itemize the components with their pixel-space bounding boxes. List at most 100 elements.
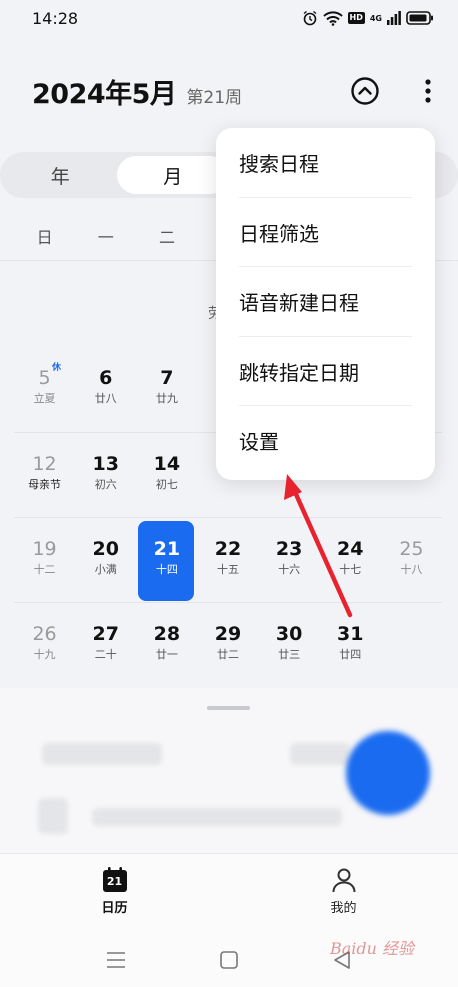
menu-item-filter-schedule[interactable]: 日程筛选 xyxy=(216,198,435,268)
calendar-week-row: 26 十九 27 二十 28 廿一 29 廿二 30 廿三 31 廿四 xyxy=(14,602,442,687)
status-bar: 14:28 HD 4G xyxy=(0,0,458,36)
calendar-day[interactable]: 23 十六 xyxy=(259,518,320,603)
add-schedule-fab[interactable] xyxy=(346,731,430,815)
day-number: 23 xyxy=(275,538,303,560)
calendar-day[interactable]: 14 初七 xyxy=(136,433,197,518)
menu-item-search-schedule[interactable]: 搜索日程 xyxy=(216,128,435,198)
chevron-up-circle-icon xyxy=(351,77,379,105)
calendar-day[interactable]: 26 十九 xyxy=(14,603,75,688)
tab-calendar-label: 日历 xyxy=(101,901,128,916)
lunar-date: 小满 xyxy=(94,563,117,576)
signal-icon xyxy=(387,11,401,25)
alarm-icon xyxy=(303,10,316,26)
calendar-day-selected[interactable]: 21 十四 xyxy=(136,518,197,603)
tab-mine-label: 我的 xyxy=(330,901,357,916)
page-title[interactable]: 2024年5月 xyxy=(32,72,177,111)
day-number: 29 xyxy=(214,623,242,645)
calendar-day[interactable]: 12 母亲节 xyxy=(14,433,75,518)
day-number: 7 xyxy=(160,367,174,389)
day-number: 26 xyxy=(32,623,57,645)
day-number: 22 xyxy=(214,538,242,560)
weekday-label: 日 xyxy=(36,228,53,247)
lunar-date: 廿九 xyxy=(155,392,178,405)
calendar-day[interactable]: 28 廿一 xyxy=(136,603,197,688)
day-number: 28 xyxy=(153,623,181,645)
calendar-icon-day: 21 xyxy=(106,875,123,888)
lunar-date: 初六 xyxy=(94,478,117,491)
menu-item-settings[interactable]: 设置 xyxy=(216,406,435,476)
blurred-content xyxy=(38,798,68,834)
network-badge: 4G xyxy=(369,13,382,23)
status-icons: HD 4G xyxy=(302,10,434,26)
day-number: 25 xyxy=(399,538,424,560)
view-tab-month[interactable]: 月 xyxy=(116,156,229,194)
calendar-day[interactable]: 22 十五 xyxy=(197,518,258,603)
calendar-day[interactable] xyxy=(381,603,442,688)
calendar-day[interactable]: 27 二十 xyxy=(75,603,136,688)
rest-day-badge: 休 xyxy=(52,363,62,373)
sheet-drag-handle[interactable] xyxy=(207,706,250,710)
calendar-day[interactable]: 13 初六 xyxy=(75,433,136,518)
lunar-date: 廿八 xyxy=(94,392,117,405)
lunar-date: 十二 xyxy=(33,563,56,576)
weekday-label: 二 xyxy=(158,228,175,247)
lunar-date: 廿二 xyxy=(216,648,239,661)
person-icon xyxy=(332,868,355,893)
calendar-day[interactable]: 6 廿八 xyxy=(75,347,136,432)
calendar-day[interactable]: 7 廿九 xyxy=(136,347,197,432)
calendar-day[interactable]: 20 小满 xyxy=(75,518,136,603)
day-number: 12 xyxy=(32,453,57,475)
lunar-date: 廿一 xyxy=(155,648,178,661)
calendar-day[interactable]: 29 廿二 xyxy=(197,603,258,688)
nav-menu-button[interactable] xyxy=(101,945,131,975)
lunar-date: 十六 xyxy=(278,563,301,576)
menu-item-jump-to-date[interactable]: 跳转指定日期 xyxy=(216,337,435,407)
home-square-icon xyxy=(220,951,238,969)
menu-icon xyxy=(107,952,126,968)
watermark: Baidu 经验 xyxy=(330,939,415,958)
blurred-content xyxy=(42,743,162,765)
weekday-label: 一 xyxy=(97,228,114,247)
lunar-date: 母亲节 xyxy=(28,478,62,491)
calendar-week-row: 19 十二 20 小满 21 十四 22 十五 23 十六 24 十七 25 十八 xyxy=(14,517,442,602)
more-vertical-icon xyxy=(425,79,431,103)
lunar-date: 十八 xyxy=(400,563,423,576)
lunar-date: 十四 xyxy=(155,563,178,576)
day-number: 20 xyxy=(92,538,119,560)
day-number: 5 xyxy=(38,367,51,389)
lunar-date: 十五 xyxy=(216,563,239,576)
day-number: 6 xyxy=(99,367,113,389)
day-number: 21 xyxy=(153,538,181,560)
day-number: 31 xyxy=(337,623,364,645)
lunar-date: 初七 xyxy=(155,478,178,491)
day-number: 27 xyxy=(92,623,119,645)
calendar-day[interactable]: 19 十二 xyxy=(14,518,75,603)
blurred-content xyxy=(92,808,342,826)
menu-item-voice-new-schedule[interactable]: 语音新建日程 xyxy=(216,267,435,337)
schedule-sheet xyxy=(0,688,458,853)
collapse-button[interactable] xyxy=(350,76,380,106)
lunar-date: 立夏 xyxy=(33,392,56,405)
header-actions xyxy=(350,76,434,106)
calendar-day[interactable]: 25 十八 xyxy=(381,518,442,603)
tab-mine[interactable]: 我的 xyxy=(229,854,458,933)
tab-calendar[interactable]: 21 日历 xyxy=(0,854,229,933)
view-tab-year[interactable]: 年 xyxy=(4,156,117,194)
calendar-day[interactable]: 24 十七 xyxy=(320,518,381,603)
wifi-icon xyxy=(322,10,343,26)
day-number: 14 xyxy=(153,453,181,475)
lunar-date: 二十 xyxy=(94,648,117,661)
nav-home-button[interactable] xyxy=(214,945,244,975)
calendar-day[interactable]: 休 5 立夏 xyxy=(14,347,75,432)
lunar-date: 十九 xyxy=(33,648,56,661)
lunar-date: 廿三 xyxy=(278,648,301,661)
battery-icon xyxy=(406,11,433,25)
calendar-day[interactable]: 31 廿四 xyxy=(320,603,381,688)
blurred-content xyxy=(290,743,350,765)
status-time: 14:28 xyxy=(32,8,79,28)
day-number: 13 xyxy=(92,453,119,475)
tab-bar: 21 日历 我的 xyxy=(0,853,458,933)
calendar-day[interactable]: 30 廿三 xyxy=(259,603,320,688)
more-options-button[interactable] xyxy=(422,76,434,106)
day-number: 19 xyxy=(32,538,57,560)
